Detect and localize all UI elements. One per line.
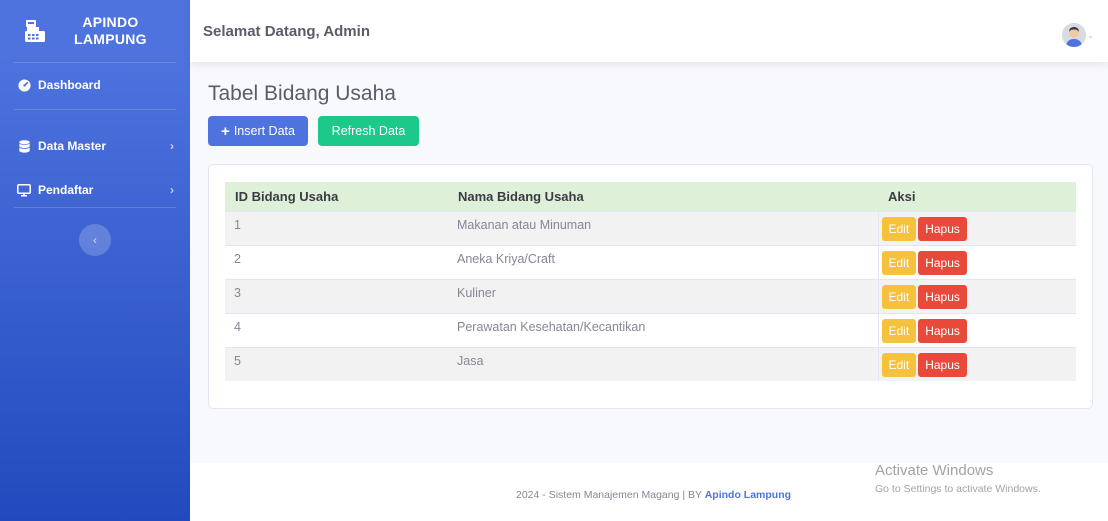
cash-register-icon (22, 18, 48, 44)
edit-button[interactable]: Edit (881, 250, 917, 275)
table-row: 5 Jasa Edit Hapus (225, 346, 1076, 381)
cell-id: 5 (225, 346, 448, 381)
user-avatar-icon (1062, 23, 1087, 47)
bidang-usaha-table: ID Bidang Usaha Nama Bidang Usaha Aksi 1… (225, 182, 1076, 381)
edit-button[interactable]: Edit (881, 352, 917, 377)
hapus-button[interactable]: Hapus (918, 216, 967, 241)
edit-button[interactable]: Edit (881, 216, 917, 241)
cell-aksi: Edit Hapus (877, 278, 1076, 313)
chevron-right-icon: › (170, 139, 174, 153)
table-row: 4 Perawatan Kesehatan/Kecantikan Edit Hap… (225, 312, 1076, 347)
sidebar-item-label: Data Master (38, 139, 107, 153)
watermark-subtitle: Go to Settings to activate Windows. (875, 483, 1041, 495)
brand-line-1: APINDO (82, 14, 139, 30)
table-card: ID Bidang Usaha Nama Bidang Usaha Aksi 1… (208, 164, 1093, 409)
table-header-row: ID Bidang Usaha Nama Bidang Usaha Aksi (225, 182, 1076, 211)
sidebar-item-dashboard[interactable]: Dashboard (0, 63, 190, 107)
cell-nama: Makanan atau Minuman (448, 210, 878, 245)
hapus-button[interactable]: Hapus (918, 284, 967, 309)
plus-icon: + (221, 122, 230, 140)
edit-button[interactable]: Edit (881, 318, 917, 343)
footer-text: 2024 - Sistem Manajemen Magang | BY Apin… (516, 489, 791, 501)
brand-name: APINDO LAMPUNG (74, 14, 147, 48)
tachometer-icon (17, 78, 31, 92)
chevron-left-icon: ‹ (93, 233, 97, 247)
cell-id: 2 (225, 244, 448, 279)
hapus-button[interactable]: Hapus (918, 352, 967, 377)
hapus-button[interactable]: Hapus (918, 250, 967, 275)
refresh-data-label: Refresh Data (331, 124, 406, 138)
refresh-data-button[interactable]: Refresh Data (318, 116, 419, 146)
windows-activation-watermark: Activate Windows Go to Settings to activ… (875, 462, 1041, 495)
cell-nama: Jasa (448, 346, 878, 381)
insert-data-label: Insert Data (233, 124, 295, 138)
sidebar-item-label: Dashboard (38, 78, 101, 92)
desktop-icon (17, 183, 31, 197)
column-header-nama: Nama Bidang Usaha (448, 182, 878, 211)
cell-aksi: Edit Hapus (877, 312, 1076, 347)
cell-nama: Kuliner (448, 278, 878, 313)
sidebar-item-label: Pendaftar (38, 183, 94, 197)
chevron-down-icon: ⌄ (1087, 30, 1094, 40)
sidebar-item-data-master[interactable]: Data Master › (0, 124, 190, 168)
table-row: 1 Makanan atau Minuman Edit Hapus (225, 210, 1076, 245)
footer-link[interactable]: Apindo Lampung (705, 489, 791, 501)
table-row: 2 Aneka Kriya/Craft Edit Hapus (225, 244, 1076, 279)
brand-line-2: LAMPUNG (74, 31, 147, 47)
sidebar-divider (14, 207, 176, 208)
sidebar-brand[interactable]: APINDO LAMPUNG (0, 0, 190, 62)
sidebar-item-pendaftar[interactable]: Pendaftar › (0, 168, 190, 212)
cell-nama: Perawatan Kesehatan/Kecantikan (448, 312, 878, 347)
cell-aksi: Edit Hapus (877, 210, 1076, 245)
chevron-right-icon: › (170, 183, 174, 197)
avatar[interactable] (1062, 23, 1087, 47)
cell-id: 1 (225, 210, 448, 245)
cell-id: 3 (225, 278, 448, 313)
database-icon (17, 139, 31, 153)
cell-nama: Aneka Kriya/Craft (448, 244, 878, 279)
cell-aksi: Edit Hapus (877, 346, 1076, 381)
sidebar-toggle-button[interactable]: ‹ (79, 224, 111, 256)
column-header-aksi: Aksi (878, 182, 1076, 211)
cell-id: 4 (225, 312, 448, 347)
cell-aksi: Edit Hapus (877, 244, 1076, 279)
column-header-id: ID Bidang Usaha (225, 182, 448, 211)
insert-data-button[interactable]: + Insert Data (208, 116, 308, 146)
table-row: 3 Kuliner Edit Hapus (225, 278, 1076, 313)
sidebar-divider (14, 109, 176, 110)
topbar: Selamat Datang, Admin ⌄ (190, 0, 1108, 62)
page-title: Tabel Bidang Usaha (208, 82, 396, 105)
hapus-button[interactable]: Hapus (918, 318, 967, 343)
sidebar: APINDO LAMPUNG Dashboard Data Master › P… (0, 0, 190, 521)
footer-copyright: 2024 - Sistem Manajemen Magang | BY (516, 489, 705, 501)
welcome-text: Selamat Datang, Admin (203, 22, 370, 40)
edit-button[interactable]: Edit (881, 284, 917, 309)
watermark-title: Activate Windows (875, 462, 994, 479)
user-dropdown[interactable]: ⌄ (1062, 23, 1094, 47)
